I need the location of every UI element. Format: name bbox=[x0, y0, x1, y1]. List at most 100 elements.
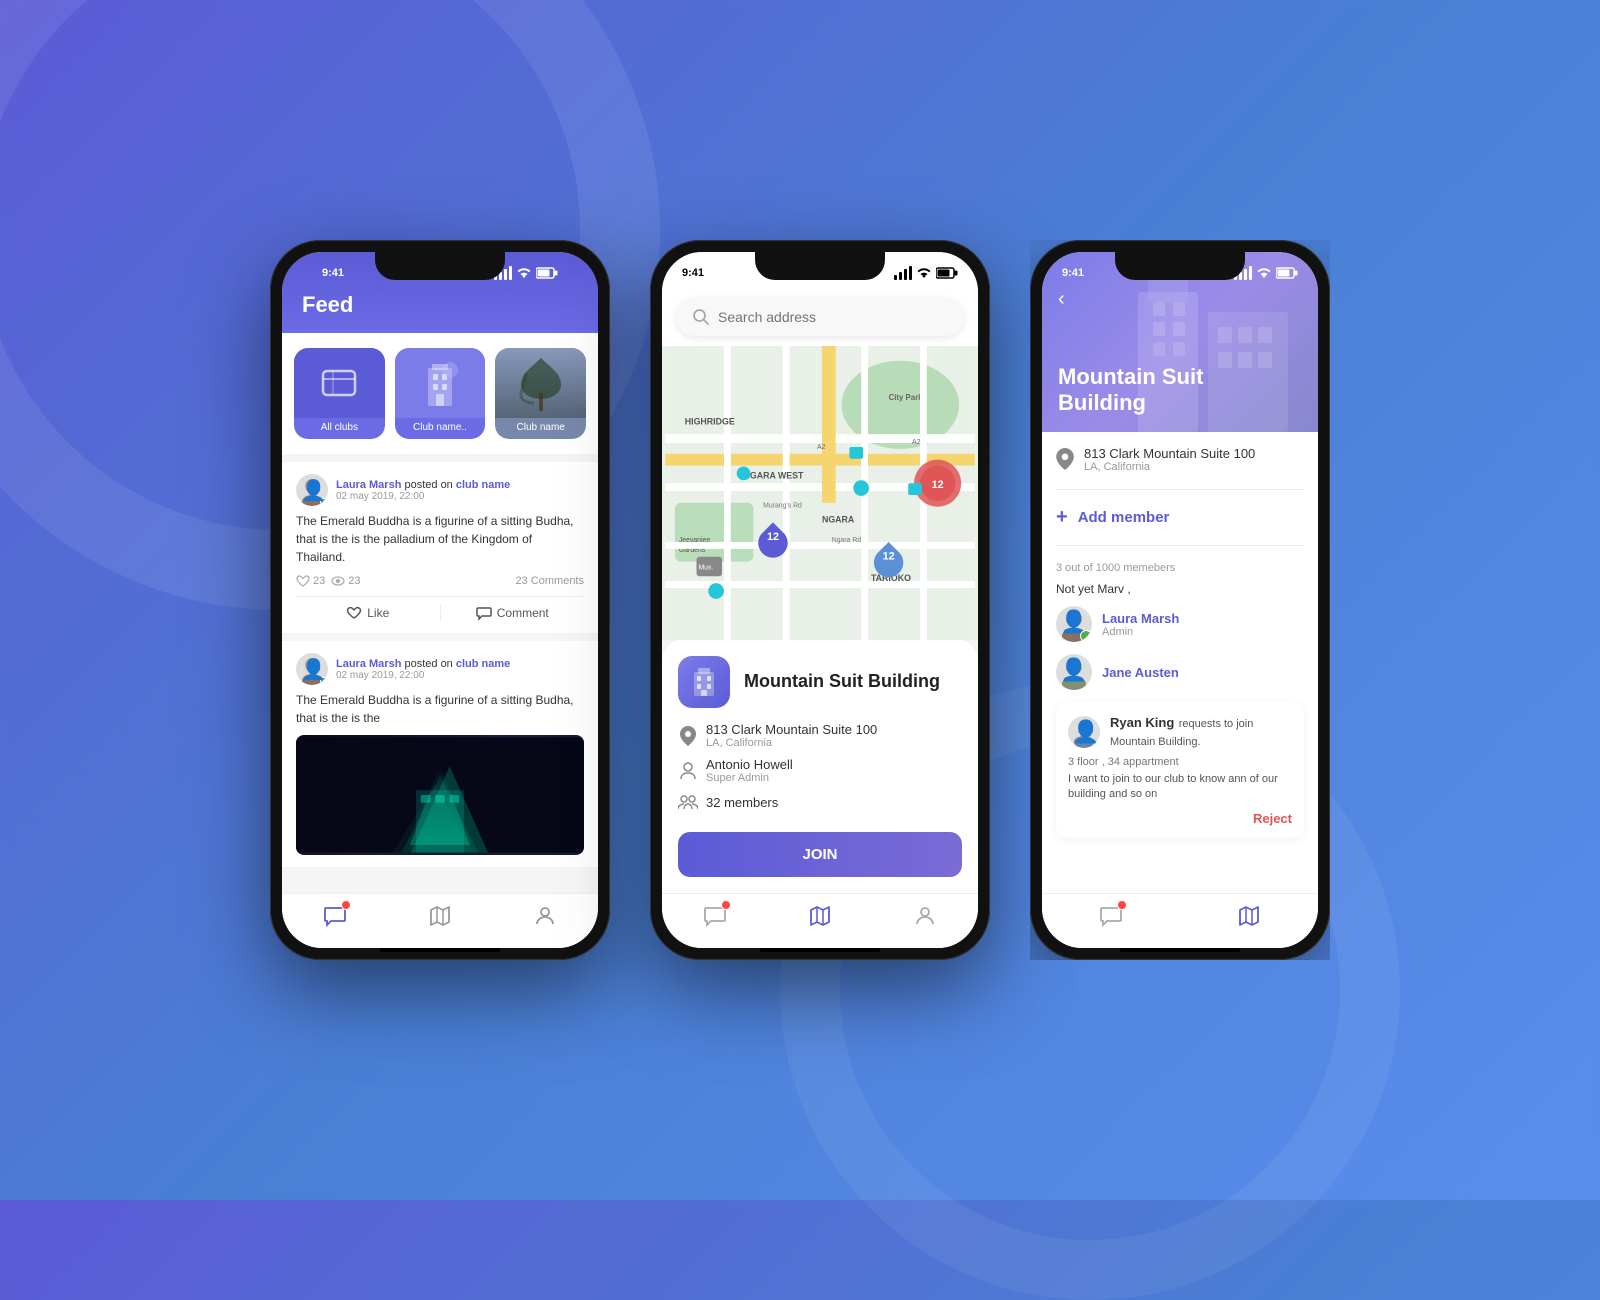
post-text-2: The Emerald Buddha is a figurine of a si… bbox=[296, 691, 584, 727]
nav-profile-2[interactable] bbox=[873, 904, 978, 928]
members-count: 32 members bbox=[706, 795, 778, 810]
back-button[interactable]: ‹ bbox=[1058, 288, 1065, 311]
feed-post-1: Laura Marsh posted on club name 02 may 2… bbox=[282, 462, 598, 633]
address-line1: 813 Clark Mountain Suite 100 bbox=[706, 722, 877, 737]
views-count: 23 bbox=[348, 575, 360, 587]
post-author-2: Laura Marsh bbox=[336, 658, 401, 670]
location-name: Mountain Suit Building bbox=[744, 671, 940, 693]
wifi-icon-3 bbox=[1256, 267, 1272, 279]
nav-map-icon-2 bbox=[808, 904, 832, 928]
plus-icon: + bbox=[1056, 506, 1068, 529]
svg-text:12: 12 bbox=[767, 531, 779, 543]
detail-title: Mountain SuitBuilding bbox=[1058, 364, 1203, 416]
request-header: Ryan King requests to join Mountain Buil… bbox=[1068, 714, 1292, 750]
likes-stat: 23 bbox=[296, 574, 325, 588]
post-action-2: posted on bbox=[404, 658, 455, 670]
bottom-nav-1 bbox=[282, 893, 598, 948]
add-member-button[interactable]: + Add member bbox=[1056, 506, 1304, 546]
post-author-1: Laura Marsh bbox=[336, 479, 401, 491]
request-card: Ryan King requests to join Mountain Buil… bbox=[1056, 702, 1304, 838]
request-text-block: Ryan King requests to join Mountain Buil… bbox=[1110, 714, 1292, 750]
club-card-2[interactable]: Club name bbox=[495, 348, 586, 439]
home-indicator-3 bbox=[1120, 948, 1240, 952]
phone-detail-screen: 9:41 ‹ Mountain SuitBuilding bbox=[1042, 252, 1318, 948]
request-message: I want to join to our club to know ann o… bbox=[1068, 772, 1292, 803]
bottom-nav-2 bbox=[662, 893, 978, 948]
comments-stat: 23 Comments bbox=[516, 575, 584, 587]
address-line2: LA, California bbox=[706, 737, 877, 749]
svg-text:A2: A2 bbox=[912, 439, 921, 446]
views-stat: 23 bbox=[331, 574, 360, 588]
search-input[interactable] bbox=[718, 309, 948, 325]
status-icons-2 bbox=[894, 266, 958, 280]
nav-profile[interactable] bbox=[493, 904, 598, 928]
building-icon-1 bbox=[395, 348, 486, 418]
pin-icon bbox=[678, 726, 698, 746]
bottom-nav-3 bbox=[1042, 893, 1318, 948]
requester-name: Ryan King bbox=[1110, 715, 1174, 730]
search-icon bbox=[692, 308, 710, 326]
nav-map-3[interactable] bbox=[1180, 904, 1318, 928]
reject-button[interactable]: Reject bbox=[1253, 811, 1292, 826]
notch-3 bbox=[1115, 252, 1245, 280]
post-header-1: Laura Marsh posted on club name 02 may 2… bbox=[296, 474, 584, 506]
add-member-label: Add member bbox=[1078, 509, 1170, 526]
status-time-2: 9:41 bbox=[682, 267, 704, 279]
post-meta-2: Laura Marsh posted on club name 02 may 2… bbox=[336, 658, 510, 681]
floor-label: 3 floor bbox=[1068, 756, 1099, 768]
like-label: Like bbox=[367, 606, 389, 620]
comment-button[interactable]: Comment bbox=[441, 605, 585, 621]
battery-icon-1 bbox=[536, 267, 558, 279]
online-dot-1 bbox=[320, 498, 328, 506]
all-clubs-label: All clubs bbox=[321, 422, 358, 433]
location-detail-text: 813 Clark Mountain Suite 100 LA, Califor… bbox=[706, 722, 877, 749]
search-bar[interactable] bbox=[676, 298, 964, 336]
nav-feed-2[interactable] bbox=[662, 904, 767, 928]
members-detail: 32 members bbox=[678, 792, 962, 812]
join-button[interactable]: JOIN bbox=[678, 832, 962, 877]
club-card-label-1: Club name.. bbox=[413, 422, 467, 433]
svg-text:Murang's Rd: Murang's Rd bbox=[763, 503, 802, 510]
pin-icon-3 bbox=[1056, 448, 1074, 470]
members-count-text: 32 members bbox=[706, 795, 778, 810]
club-card-1[interactable]: Club name.. bbox=[395, 348, 486, 439]
location-card-header: Mountain Suit Building bbox=[678, 656, 962, 708]
comments-count: 23 Comments bbox=[516, 575, 584, 587]
wifi-icon-1 bbox=[516, 267, 532, 279]
post-club-1: club name bbox=[456, 479, 510, 491]
map-icon bbox=[428, 904, 452, 928]
map-area[interactable]: City Park Jeevanjee Gardens bbox=[662, 346, 978, 640]
nav-map-icon bbox=[428, 904, 452, 928]
request-meta: 3 floor , 34 appartment bbox=[1068, 756, 1292, 768]
member-name-1: Laura Marsh bbox=[1102, 611, 1179, 626]
nav-badge-2 bbox=[721, 900, 731, 910]
admin-detail: Antonio Howell Super Admin bbox=[678, 757, 962, 784]
nav-map-2[interactable] bbox=[767, 904, 872, 928]
battery-icon-2 bbox=[936, 267, 958, 279]
comment-icon bbox=[476, 605, 492, 621]
home-indicator-2 bbox=[760, 948, 880, 952]
club-card-label-2: Club name bbox=[517, 422, 565, 433]
club-card-all[interactable]: All clubs bbox=[294, 348, 385, 439]
member-row-2: Jane Austen bbox=[1056, 654, 1304, 690]
detail-content: 813 Clark Mountain Suite 100 LA, Califor… bbox=[1042, 432, 1318, 893]
post-action-1: posted on bbox=[404, 479, 455, 491]
svg-text:HIGHRIDGE: HIGHRIDGE bbox=[685, 416, 735, 426]
nav-map[interactable] bbox=[387, 904, 492, 928]
detail-address: 813 Clark Mountain Suite 100 LA, Califor… bbox=[1056, 446, 1304, 490]
home-indicator-1 bbox=[380, 948, 500, 952]
svg-text:12: 12 bbox=[932, 479, 944, 491]
admin-name: Antonio Howell bbox=[706, 757, 793, 772]
svg-text:Mus.: Mus. bbox=[698, 564, 713, 571]
phone-detail: 9:41 ‹ Mountain SuitBuilding bbox=[1030, 240, 1330, 960]
person-nav-icon bbox=[913, 904, 937, 928]
search-bar-container bbox=[662, 288, 978, 346]
nav-feed-icon bbox=[323, 904, 347, 928]
like-button[interactable]: Like bbox=[296, 605, 441, 621]
location-icon-box bbox=[678, 656, 730, 708]
nav-feed[interactable] bbox=[282, 904, 387, 928]
nav-feed-3[interactable] bbox=[1042, 904, 1180, 928]
admin-detail-text: Antonio Howell Super Admin bbox=[706, 757, 793, 784]
like-heart-icon bbox=[346, 605, 362, 621]
battery-icon-3 bbox=[1276, 267, 1298, 279]
